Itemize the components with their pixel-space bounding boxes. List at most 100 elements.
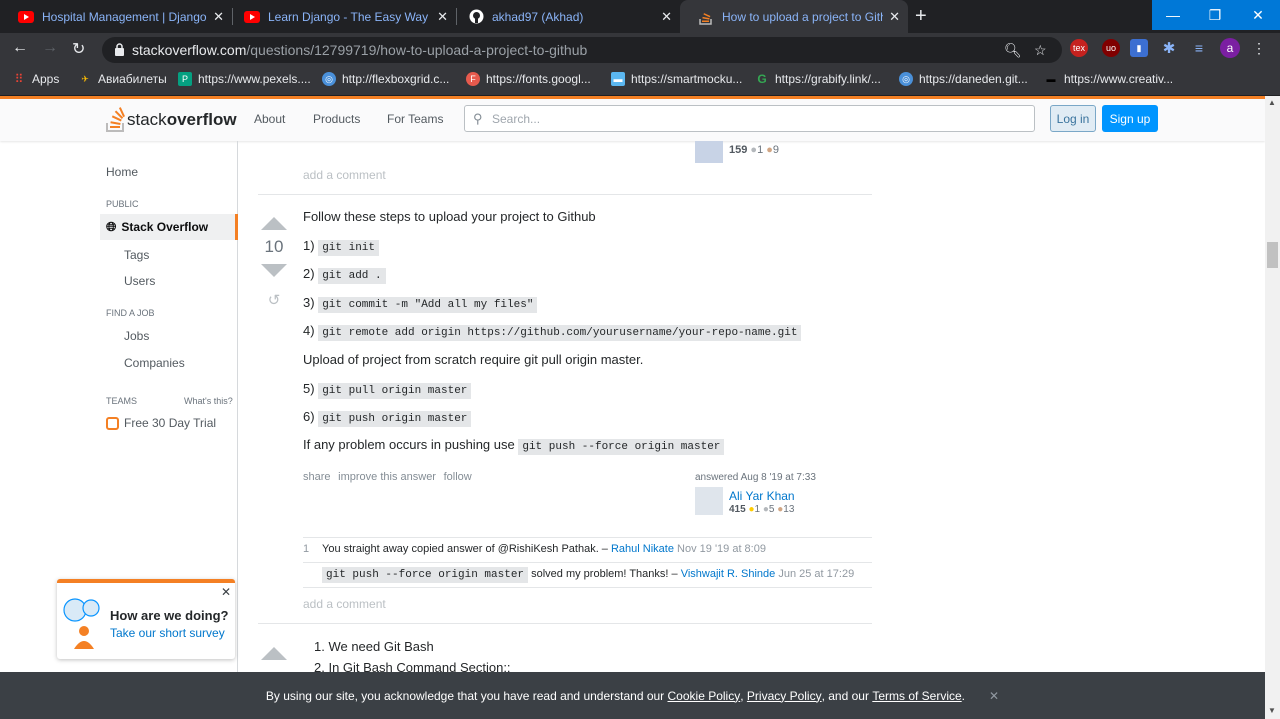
cookie-policy-link[interactable]: Cookie Policy [668, 689, 741, 703]
add-comment-link[interactable]: add a comment [303, 597, 386, 611]
reading-list-icon[interactable]: ≡ [1190, 39, 1208, 57]
browser-tab[interactable]: Hospital Management | Django P ✕ [0, 0, 232, 33]
bookmark-item[interactable]: ✈ Авиабилеты [78, 72, 167, 86]
extension-icon[interactable]: ▮ [1130, 39, 1148, 57]
back-icon[interactable]: ← [12, 39, 28, 57]
bookmark-star-icon[interactable]: ☆ [1034, 42, 1047, 59]
bookmark-item[interactable]: Fhttps://fonts.googl... [466, 72, 591, 86]
reload-icon[interactable]: ↻ [72, 39, 85, 59]
nav-for-teams[interactable]: For Teams [387, 112, 443, 126]
upvote-button[interactable] [261, 647, 287, 660]
scroll-up-icon[interactable]: ▲ [1268, 98, 1276, 107]
bookmark-item[interactable]: ▬ https://www.creativ... [1044, 72, 1174, 86]
sidebar-item-tags[interactable]: Tags [124, 248, 149, 262]
browser-tab-active[interactable]: How to upload a project to Githu ✕ [680, 0, 908, 33]
forward-icon[interactable]: → [42, 39, 58, 57]
close-icon[interactable]: ✕ [221, 585, 231, 599]
step-2: 2) git add . [303, 266, 386, 284]
comment-user-link[interactable]: Rahul Nikate [611, 543, 674, 555]
search-icon: ⚲ [473, 111, 483, 126]
list-item: 2. In Git Bash Command Section:: [314, 660, 511, 672]
browser-tab[interactable]: akhad97 (Akhad) ✕ [450, 0, 680, 33]
address-bar[interactable]: stackoverflow.com/questions/12799719/how… [102, 37, 1062, 63]
scrollbar-thumb[interactable] [1267, 242, 1278, 268]
bookmark-apps[interactable]: ⠿ Apps [12, 72, 60, 86]
downvote-button[interactable] [261, 264, 287, 277]
login-button[interactable]: Log in [1050, 105, 1096, 132]
step-5: 5) git pull origin master [303, 381, 472, 399]
upvote-button[interactable] [261, 217, 287, 230]
close-tab-icon[interactable]: ✕ [213, 9, 224, 25]
improve-answer-link[interactable]: improve this answer [338, 471, 436, 483]
sidebar-item-jobs[interactable]: Jobs [124, 329, 149, 343]
sidebar-heading-teams: TEAMS [106, 396, 138, 406]
post-menu: share improve this answer follow [303, 468, 472, 483]
bookmark-item[interactable]: Phttps://www.pexels.... [178, 72, 311, 86]
prev-user-rep: 159 ●1 ●9 [729, 144, 780, 156]
sidebar-item-home[interactable]: Home [106, 165, 138, 179]
vote-count: 10 [264, 237, 284, 256]
privacy-policy-link[interactable]: Privacy Policy [747, 689, 822, 703]
scrollbar[interactable]: ▲ ▼ [1265, 96, 1280, 719]
minimize-icon[interactable]: — [1152, 0, 1194, 30]
add-comment-link[interactable]: add a comment [303, 168, 386, 182]
bookmark-item[interactable]: Ghttps://grabify.link/... [755, 72, 881, 86]
grabify-icon: G [757, 72, 767, 86]
nav-about[interactable]: About [254, 112, 285, 126]
extensions-puzzle-icon[interactable]: ✱ [1160, 39, 1178, 57]
comment-votes: 1 [303, 543, 310, 555]
scroll-down-icon[interactable]: ▼ [1268, 706, 1276, 715]
creative-icon: ▬ [1046, 74, 1056, 84]
teams-icon [106, 416, 119, 430]
bookmark-item[interactable]: ▬ https://smartmocku... [611, 72, 742, 86]
menu-icon[interactable]: ⋮ [1250, 39, 1268, 57]
answer-problem: If any problem occurs in pushing use git… [303, 437, 725, 455]
plane-icon: ✈ [81, 73, 89, 84]
whats-this-link[interactable]: What's this? [184, 396, 233, 406]
profile-avatar[interactable]: a [1220, 38, 1240, 58]
new-tab-icon[interactable]: + [915, 5, 927, 28]
list-item: 1. We need Git Bash [314, 639, 434, 654]
close-tab-icon[interactable]: ✕ [661, 9, 672, 25]
browser-tab[interactable]: Learn Django - The Easy Way | U ✕ [226, 0, 456, 33]
ublock-icon[interactable]: uo [1102, 39, 1120, 57]
close-window-icon[interactable]: ✕ [1236, 0, 1280, 30]
close-tab-icon[interactable]: ✕ [437, 9, 448, 25]
share-link[interactable]: share [303, 471, 331, 483]
sidebar-item-trial[interactable]: Free 30 Day Trial [106, 416, 216, 430]
github-icon [468, 9, 484, 25]
close-tab-icon[interactable]: ✕ [889, 9, 900, 25]
sidebar-item-companies[interactable]: Companies [124, 356, 185, 370]
user-link[interactable]: Ali Yar Khan [729, 489, 795, 503]
avatar[interactable] [695, 141, 723, 163]
extension-icon[interactable]: tex [1070, 39, 1088, 57]
step-1: 1) git init [303, 238, 379, 256]
sidebar-item-users[interactable]: Users [124, 274, 155, 288]
survey-link[interactable]: Take our short survey [110, 626, 225, 640]
history-icon[interactable]: ↺ [260, 291, 288, 309]
survey-title: How are we doing? [110, 608, 229, 623]
avatar[interactable] [695, 487, 723, 515]
close-icon[interactable]: ✕ [989, 689, 999, 703]
answer-note: Upload of project from scratch require g… [303, 352, 644, 367]
zoom-icon[interactable]: 🔍︎ [1004, 42, 1022, 59]
step-6: 6) git push origin master [303, 409, 472, 427]
bookmark-item[interactable]: ◎ http://flexboxgrid.c... [322, 72, 449, 86]
globe-icon: ◎ [322, 72, 336, 86]
globe-icon: 🌐︎ [106, 219, 117, 234]
sidebar-item-stack-overflow[interactable]: 🌐︎ Stack Overflow [100, 214, 238, 240]
restore-icon[interactable]: ❐ [1194, 0, 1236, 30]
terms-link[interactable]: Terms of Service [872, 689, 961, 703]
comment-user-link[interactable]: Vishwajit R. Shinde [681, 568, 776, 580]
nav-products[interactable]: Products [313, 112, 360, 126]
bookmark-item[interactable]: ◎ https://daneden.git... [899, 72, 1028, 86]
signup-button[interactable]: Sign up [1102, 105, 1158, 132]
survey-popup: ✕ How are we doing? Take our short surve… [57, 579, 235, 659]
survey-illustration-icon [63, 598, 100, 649]
follow-link[interactable]: follow [444, 471, 472, 483]
youtube-icon [18, 9, 34, 25]
pexels-icon: P [178, 72, 192, 86]
search-input[interactable]: ⚲ Search... [464, 105, 1035, 132]
so-logo[interactable]: stack overflow [105, 107, 237, 133]
step-3: 3) git commit -m "Add all my files" [303, 295, 538, 313]
